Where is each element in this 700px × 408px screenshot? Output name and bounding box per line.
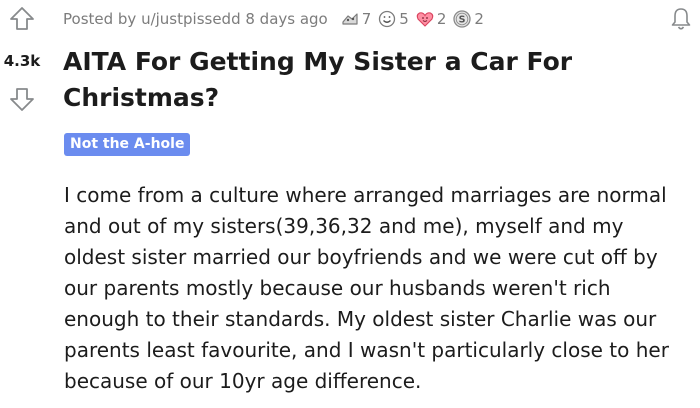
vote-score: 4.3k <box>3 52 41 70</box>
post-flair[interactable]: Not the A-hole <box>64 133 191 156</box>
post-body-text: I come from a culture where arranged mar… <box>64 183 669 393</box>
award-silver[interactable]: S 2 <box>452 9 484 29</box>
upvote-arrow-icon[interactable] <box>9 6 35 32</box>
downvote-arrow-icon[interactable] <box>9 86 35 112</box>
award-helpful[interactable]: 7 <box>340 9 372 29</box>
post-meta: Posted by u/justpissedd 8 days ago 7 5 2… <box>63 8 484 30</box>
heartwarming-award-icon <box>415 9 435 29</box>
award-count: 2 <box>436 10 447 28</box>
wholesome-award-icon <box>377 9 397 29</box>
notification-bell-icon[interactable] <box>670 6 692 32</box>
award-count: 2 <box>474 10 484 28</box>
award-wholesome[interactable]: 5 <box>377 9 409 29</box>
award-count: 5 <box>399 10 409 28</box>
svg-text:S: S <box>459 15 466 26</box>
silver-award-icon: S <box>452 9 472 29</box>
posted-by[interactable]: Posted by u/justpissedd 8 days ago <box>63 10 328 28</box>
award-count: 7 <box>361 10 372 28</box>
post-body: I come from a culture where arranged mar… <box>64 180 689 397</box>
helpful-award-icon <box>340 9 360 29</box>
post-title[interactable]: AITA For Getting My Sister a Car For Chr… <box>63 44 683 116</box>
award-heartwarming[interactable]: 2 <box>415 9 447 29</box>
